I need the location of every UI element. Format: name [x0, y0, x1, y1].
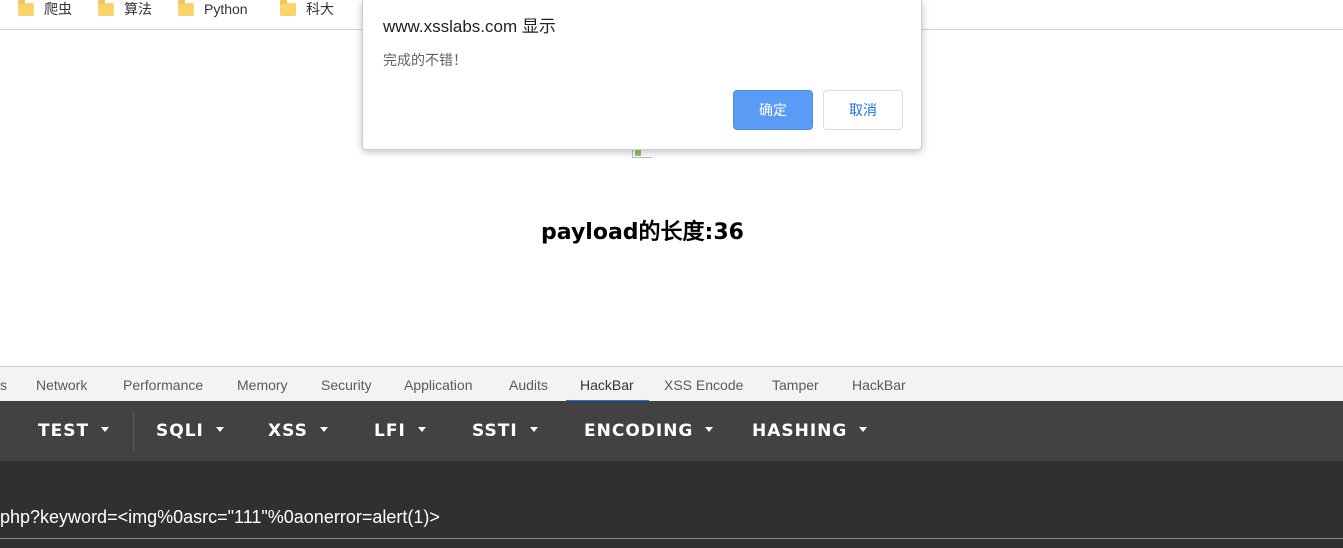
dialog-title: www.xsslabs.com 显示: [383, 17, 556, 36]
caret-down-icon: [417, 426, 426, 432]
menu-test[interactable]: TEST: [38, 401, 110, 461]
folder-icon: [280, 0, 296, 16]
menu-label: HASHING: [752, 421, 848, 441]
payload-length-heading: payload的长度:36: [541, 220, 744, 245]
tab-performance[interactable]: Performance: [123, 367, 203, 402]
menu-label: SQLI: [156, 421, 204, 441]
url-input-underline: [0, 538, 1343, 539]
menu-label: ENCODING: [584, 421, 694, 441]
url-input[interactable]: php?keyword=<img%0asrc="111"%0aonerror=a…: [0, 507, 440, 528]
menu-lfi[interactable]: LFI: [374, 401, 426, 461]
tab-memory[interactable]: Memory: [237, 367, 288, 402]
folder-icon: [98, 0, 114, 16]
bookmark-label: 科大: [306, 1, 334, 17]
bookmark-label: 爬虫: [44, 1, 72, 17]
bookmark-label: 算法: [124, 1, 152, 17]
folder-icon: [178, 0, 194, 16]
caret-down-icon: [859, 426, 868, 432]
bookmark-folder-university[interactable]: 科大: [280, 0, 334, 18]
toolbar-divider: [133, 411, 134, 451]
menu-label: SSTI: [472, 421, 518, 441]
caret-down-icon: [529, 426, 538, 432]
menu-xss[interactable]: XSS: [268, 401, 328, 461]
tab-application[interactable]: Application: [404, 367, 473, 402]
menu-label: XSS: [268, 421, 308, 441]
bookmark-folder-spider[interactable]: 爬虫: [18, 0, 72, 18]
tab-hackbar-2[interactable]: HackBar: [852, 367, 906, 402]
caret-down-icon: [319, 426, 328, 432]
tab-audits[interactable]: Audits: [509, 367, 548, 402]
devtools-tab-strip: s Network Performance Memory Security Ap…: [0, 366, 1343, 402]
hackbar-toolbar: TEST SQLI XSS LFI SSTI ENCODING HASHING: [0, 401, 1343, 461]
tab-hackbar-active[interactable]: HackBar: [566, 367, 649, 402]
caret-down-icon: [101, 426, 110, 432]
caret-down-icon: [215, 426, 224, 432]
menu-encoding[interactable]: ENCODING: [584, 401, 714, 461]
menu-ssti[interactable]: SSTI: [472, 401, 538, 461]
alert-dialog: www.xsslabs.com 显示 完成的不错！ 确定 取消: [362, 0, 922, 150]
hackbar-url-panel: php?keyword=<img%0asrc="111"%0aonerror=a…: [0, 461, 1343, 548]
tab-xss-encode[interactable]: XSS Encode: [664, 367, 743, 402]
dialog-message: 完成的不错！: [383, 52, 467, 68]
tab-sources[interactable]: s: [0, 367, 7, 402]
tab-security[interactable]: Security: [321, 367, 372, 402]
tab-tamper[interactable]: Tamper: [772, 367, 819, 402]
tab-network[interactable]: Network: [36, 367, 87, 402]
bookmark-folder-python[interactable]: Python: [178, 0, 248, 18]
menu-label: TEST: [38, 421, 90, 441]
bookmark-folder-algorithm[interactable]: 算法: [98, 0, 152, 18]
cancel-button[interactable]: 取消: [823, 90, 903, 130]
menu-sqli[interactable]: SQLI: [156, 401, 224, 461]
menu-hashing[interactable]: HASHING: [752, 401, 868, 461]
folder-icon: [18, 0, 34, 16]
bookmark-label: Python: [204, 1, 248, 17]
menu-label: LFI: [374, 421, 406, 441]
caret-down-icon: [705, 426, 714, 432]
ok-button[interactable]: 确定: [733, 90, 813, 130]
